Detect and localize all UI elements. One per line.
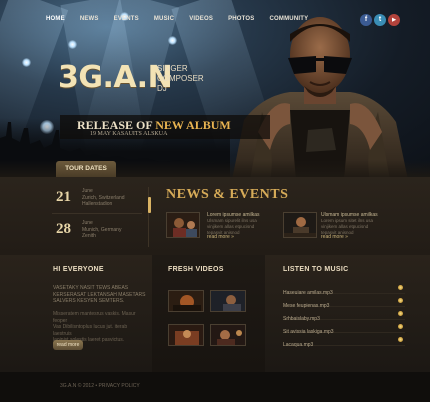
news-thumbnail[interactable] — [283, 212, 317, 238]
play-icon[interactable] — [398, 285, 403, 290]
role-singer: SINGER — [157, 64, 188, 73]
nav-item-news[interactable]: NEWS — [80, 16, 99, 30]
track-item[interactable]: Srhbaislaby.mp3 — [283, 307, 405, 322]
role-composer: COMPOSER — [157, 74, 204, 83]
play-icon[interactable] — [398, 337, 403, 342]
music-heading: LISTEN TO MUSIC — [283, 266, 349, 273]
hi-text: VASETAKY NASIT TEWS ABEAS KERSERASAT LEK… — [53, 285, 147, 305]
read-more-link[interactable]: read more » — [207, 234, 234, 240]
video-thumbnail[interactable] — [168, 290, 204, 312]
read-more-button[interactable]: read more — [53, 340, 83, 350]
hi-text-line: Vas Dibilisntoplus lucus jut. iterab lae… — [53, 324, 128, 337]
tour-scroll-handle[interactable] — [148, 197, 151, 213]
nav-item-events[interactable]: EVENTS — [114, 16, 139, 30]
hi-text-line: SALVERS KESYEN SEMTERS. — [53, 298, 125, 305]
main-nav: HOME NEWS EVENTS MUSIC VIDEOS PHOTOS COM… — [46, 16, 323, 30]
video-thumbnail[interactable] — [210, 290, 246, 312]
hi-text-line: VASETAKY NASIT TEWS ABEAS — [53, 285, 129, 291]
news-item: Ulsmam ipsumse amilkas Lorem ipsum sitet… — [321, 212, 401, 236]
release-date: 19 MAY KASAUITS ALSKUA — [90, 131, 168, 137]
video-thumbnail[interactable] — [210, 324, 246, 346]
role-dj: DJ — [157, 84, 167, 93]
facebook-icon[interactable]: f — [360, 14, 372, 26]
videos-heading: FRESH VIDEOS — [168, 266, 224, 273]
tour-date-details[interactable]: June Munich, Germany Zenith — [82, 220, 121, 240]
youtube-icon[interactable]: ▶ — [388, 14, 400, 26]
read-more-link[interactable]: read more » — [321, 234, 348, 240]
news-thumbnail[interactable] — [166, 212, 200, 238]
site-logo[interactable]: 3G.A.N — [58, 60, 173, 95]
tour-day: 28 — [56, 221, 71, 237]
hi-heading: HI EVERYONE — [53, 266, 104, 273]
footer-text[interactable]: 3G.A.N © 2012 • PRIVACY POLICY — [60, 383, 140, 389]
tour-date-details[interactable]: June Zurich, Switzerland Hallenstadion — [82, 188, 125, 208]
nav-item-photos[interactable]: PHOTOS — [228, 16, 254, 30]
track-item[interactable]: Mese feupienas.mp3 — [283, 294, 405, 309]
track-item[interactable]: Lacaqua.mp3 — [283, 333, 405, 348]
hi-text-line: KERSERASAT LEKTANSAH MASETARS — [53, 291, 146, 298]
nav-item-home[interactable]: HOME — [46, 16, 65, 30]
video-thumbnail[interactable] — [168, 324, 204, 346]
play-icon[interactable] — [398, 324, 403, 329]
artist-roles: SINGER COMPOSER DJ — [157, 64, 204, 94]
play-icon[interactable] — [398, 298, 403, 303]
tour-scroll-track — [148, 187, 149, 247]
tour-venue: Hallenstadion — [82, 201, 113, 207]
release-prefix: RELEASE OF — [77, 118, 156, 132]
track-item[interactable]: Sit avissia laskiga.mp3 — [283, 320, 405, 335]
hi-text-line: Misseratem mantesrus vaskis. Masur feope… — [53, 311, 136, 324]
tour-divider — [52, 213, 142, 214]
tour-day: 21 — [56, 189, 71, 205]
nav-item-community[interactable]: COMMUNITY — [270, 16, 309, 30]
tour-venue: Zenith — [82, 233, 96, 239]
track-item[interactable]: Haseuiare amilas.mp3 — [283, 281, 405, 296]
track-name: Lacaqua.mp3 — [283, 342, 314, 348]
news-heading: NEWS & EVENTS — [166, 187, 289, 202]
tour-dates-tab[interactable]: TOUR DATES — [56, 161, 116, 177]
news-item: Lorem ipsumse amilkas Ulsmam sipurelit i… — [207, 212, 277, 236]
play-icon[interactable] — [398, 311, 403, 316]
release-highlight: NEW ALBUM — [155, 118, 231, 132]
nav-item-videos[interactable]: VIDEOS — [189, 16, 213, 30]
twitter-icon[interactable]: t — [374, 14, 386, 26]
nav-item-music[interactable]: MUSIC — [154, 16, 174, 30]
